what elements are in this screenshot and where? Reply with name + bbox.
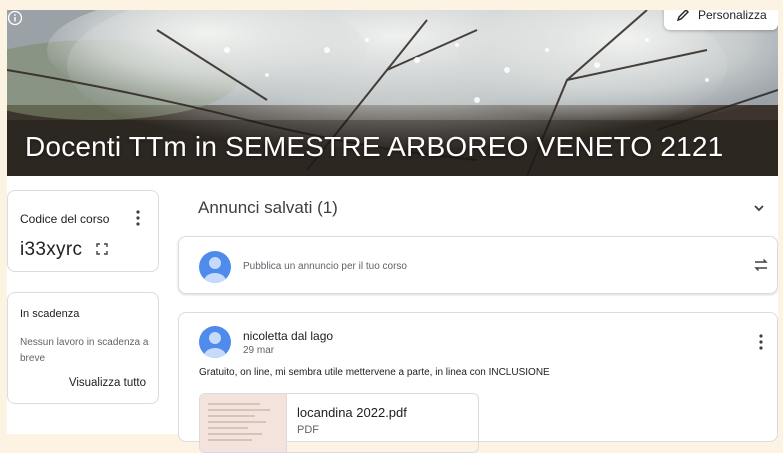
compose-placeholder[interactable]: Pubblica un annuncio per il tuo corso bbox=[243, 261, 407, 272]
attachment-name: locandina 2022.pdf bbox=[297, 405, 407, 420]
announcement-card: nicoletta dal lago 29 mar Gratuito, on l… bbox=[178, 312, 778, 453]
view-all-link[interactable]: Visualizza tutto bbox=[69, 377, 146, 389]
class-title: Docenti TTm in SEMESTRE ARBOREO VENETO 2… bbox=[25, 131, 724, 162]
chevron-down-icon[interactable] bbox=[752, 201, 766, 215]
saved-announcements-title[interactable]: Annunci salvati (1) bbox=[198, 198, 338, 218]
attachment-type: PDF bbox=[297, 424, 319, 436]
compose-announcement-card[interactable]: Pubblica un annuncio per il tuo corso bbox=[178, 236, 778, 294]
customize-label: Personalizza bbox=[698, 8, 767, 22]
avatar bbox=[199, 251, 231, 283]
upcoming-card: In scadenza Nessun lavoro in scadenza a … bbox=[7, 292, 159, 404]
frame-left bbox=[0, 0, 7, 434]
attachment-card[interactable]: locandina 2022.pdf PDF bbox=[199, 393, 479, 453]
info-icon[interactable] bbox=[7, 10, 23, 26]
class-code-card: Codice del corso i33xyrc bbox=[7, 190, 159, 272]
repost-icon[interactable] bbox=[753, 257, 769, 273]
upcoming-title: In scadenza bbox=[20, 308, 80, 320]
class-banner: Docenti TTm in SEMESTRE ARBOREO VENETO 2… bbox=[7, 10, 778, 176]
frame-top bbox=[0, 0, 783, 10]
more-vert-icon[interactable] bbox=[134, 209, 142, 227]
pencil-icon bbox=[676, 9, 689, 22]
attachment-thumbnail bbox=[200, 394, 287, 452]
frame-right bbox=[778, 0, 783, 434]
class-code-value: i33xyrc bbox=[20, 239, 83, 260]
announcement-author: nicoletta dal lago bbox=[243, 329, 334, 343]
avatar bbox=[199, 326, 231, 358]
announcement-date: 29 mar bbox=[243, 345, 275, 356]
fullscreen-icon[interactable] bbox=[96, 243, 108, 255]
announcement-text: Gratuito, on line, mi sembra utile mette… bbox=[199, 367, 550, 378]
more-vert-icon[interactable] bbox=[757, 333, 765, 351]
upcoming-empty-text: Nessun lavoro in scadenza a breve bbox=[20, 337, 149, 364]
class-code-label: Codice del corso bbox=[20, 212, 110, 226]
